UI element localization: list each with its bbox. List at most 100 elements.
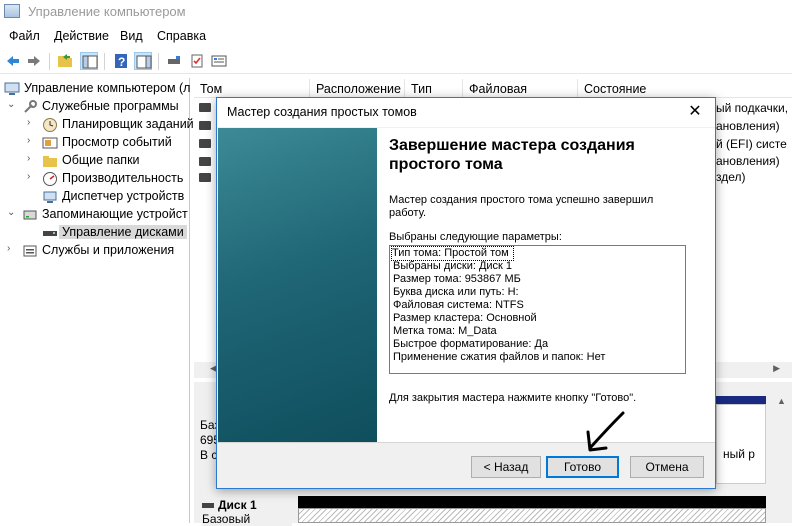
clock-icon <box>42 117 58 133</box>
new-simple-volume-wizard: Мастер создания простых томов ✕ Завершен… <box>216 97 716 489</box>
volume-icon <box>199 103 211 112</box>
volume-status[interactable]: й (EFI) систе <box>716 137 787 151</box>
disk1-info[interactable]: Диск 1 Базовый <box>202 498 292 526</box>
column-volume[interactable]: Том <box>194 79 310 98</box>
toolbar: ? <box>0 48 792 74</box>
tools-icon <box>22 99 38 115</box>
param-item[interactable]: Выбраны диски: Диск 1 <box>393 260 512 273</box>
params-listbox[interactable]: Тип тома: Простой том Выбраны диски: Дис… <box>389 245 686 374</box>
param-item[interactable]: Файловая система: NTFS <box>393 299 524 312</box>
unallocated-space[interactable] <box>298 508 766 523</box>
tree-item-label: Диспетчер устройств <box>62 189 185 203</box>
param-item[interactable]: Применение сжатия файлов и папок: Нет <box>393 351 605 364</box>
svg-text:?: ? <box>118 55 125 69</box>
chevron-down-icon[interactable]: ⌄ <box>7 207 17 218</box>
menu-file[interactable]: Файл <box>9 29 40 43</box>
action-pane-icon[interactable] <box>134 52 152 70</box>
storage-icon <box>22 207 38 223</box>
connect-drive-icon[interactable] <box>165 52 183 70</box>
annotation-arrow-icon <box>586 411 625 452</box>
volume-icon <box>199 157 211 166</box>
window-title: Управление компьютером <box>28 4 186 19</box>
param-item[interactable]: Тип тома: Простой том <box>391 246 514 261</box>
param-item[interactable]: Размер тома: 953867 МБ <box>393 273 521 286</box>
tree-item-label: Просмотр событий <box>62 135 172 149</box>
shared-folder-icon <box>42 153 58 169</box>
menu-action[interactable]: Действие <box>54 29 109 43</box>
back-arrow-icon[interactable] <box>4 52 22 70</box>
param-item[interactable]: Метка тома: M_Data <box>393 325 497 338</box>
toolbar-separator <box>104 53 105 70</box>
chevron-right-icon[interactable]: › <box>7 243 17 254</box>
volume-icon <box>199 173 211 182</box>
volume-status[interactable]: ановления) <box>716 119 780 133</box>
tree-item-label: Управление дисками <box>59 225 187 239</box>
column-filesystem[interactable]: Файловая система <box>463 79 578 110</box>
volume-status[interactable]: ый подкачки, <box>716 101 788 115</box>
scroll-right-icon[interactable]: ▶ <box>773 363 780 374</box>
param-item[interactable]: Быстрое форматирование: Да <box>393 338 548 351</box>
up-folder-icon[interactable] <box>56 52 74 70</box>
volume-status[interactable]: ановления) <box>716 154 780 168</box>
menu-view[interactable]: Вид <box>120 29 143 43</box>
tree-item-label: Запоминающие устройст <box>42 207 188 221</box>
chevron-right-icon[interactable]: › <box>27 171 37 182</box>
chevron-right-icon[interactable]: › <box>27 153 37 164</box>
disk-icon <box>202 503 214 509</box>
column-location[interactable]: Расположение <box>310 79 405 98</box>
wizard-separator <box>218 442 715 443</box>
performance-icon <box>42 171 58 187</box>
disk1-name-row: Диск 1 <box>202 498 292 512</box>
param-item[interactable]: Буква диска или путь: H: <box>393 286 519 299</box>
wizard-heading: Завершение мастера создания простого том… <box>389 137 635 173</box>
back-button[interactable]: < Назад <box>471 456 541 478</box>
toolbar-separator <box>49 53 50 70</box>
tree-root-label: Управление компьютером (л <box>24 81 191 95</box>
disk1-type: Базовый <box>202 512 251 526</box>
window-titlebar: Управление компьютером <box>0 0 792 24</box>
scroll-up-icon[interactable]: ▲ <box>777 396 786 406</box>
properties-icon[interactable] <box>210 52 228 70</box>
volume-list-header: Том Расположение Тип Файловая система Со… <box>194 79 792 110</box>
chevron-right-icon[interactable]: › <box>27 135 37 146</box>
services-icon <box>22 243 38 259</box>
disk1-name: Диск 1 <box>218 498 257 512</box>
tree-item-label: Службы и приложения <box>42 243 175 257</box>
cancel-button[interactable]: Отмена <box>630 456 704 478</box>
disk-management-icon <box>42 225 58 241</box>
help-icon[interactable]: ? <box>112 52 130 70</box>
partition-bar <box>716 396 766 404</box>
vertical-scrollbar[interactable]: ▲ <box>772 396 792 486</box>
chevron-down-icon[interactable]: ⌄ <box>7 99 17 110</box>
tree-item-label: Производительность <box>62 171 184 185</box>
computer-management-icon <box>4 4 20 18</box>
partition-status: ный р <box>723 447 755 461</box>
toolbar-separator <box>158 53 159 70</box>
computer-management-icon <box>4 81 20 97</box>
wizard-description: Мастер создания простого тома успешно за… <box>389 194 654 219</box>
tree-item-label: Общие папки <box>62 153 140 167</box>
wizard-content: Завершение мастера создания простого том… <box>377 128 715 442</box>
forward-arrow-icon[interactable] <box>25 52 43 70</box>
partition-block[interactable]: ный р <box>716 404 766 484</box>
menu-bar: Файл Действие Вид Справка <box>0 26 792 46</box>
params-label: Выбраны следующие параметры: <box>389 231 562 243</box>
chevron-right-icon[interactable]: › <box>27 117 37 128</box>
event-viewer-icon <box>42 135 58 151</box>
device-manager-icon <box>42 189 58 205</box>
param-item[interactable]: Размер кластера: Основной <box>393 312 537 325</box>
close-note: Для закрытия мастера нажмите кнопку "Гот… <box>389 392 637 404</box>
wizard-titlebar: Мастер создания простых томов ✕ <box>217 98 715 127</box>
volume-icon <box>199 121 211 130</box>
checklist-icon[interactable] <box>188 52 206 70</box>
tree-item-label: Планировщик заданий <box>62 117 194 131</box>
wizard-banner-image <box>218 128 377 442</box>
close-icon[interactable]: ✕ <box>685 102 705 122</box>
menu-help[interactable]: Справка <box>157 29 206 43</box>
column-status[interactable]: Состояние <box>578 79 792 98</box>
volume-icon <box>199 139 211 148</box>
console-tree-icon[interactable] <box>80 52 98 70</box>
volume-status[interactable]: здел) <box>716 170 746 184</box>
console-tree: Управление компьютером (л ⌄ Служебные пр… <box>0 78 194 523</box>
column-type[interactable]: Тип <box>405 79 463 98</box>
